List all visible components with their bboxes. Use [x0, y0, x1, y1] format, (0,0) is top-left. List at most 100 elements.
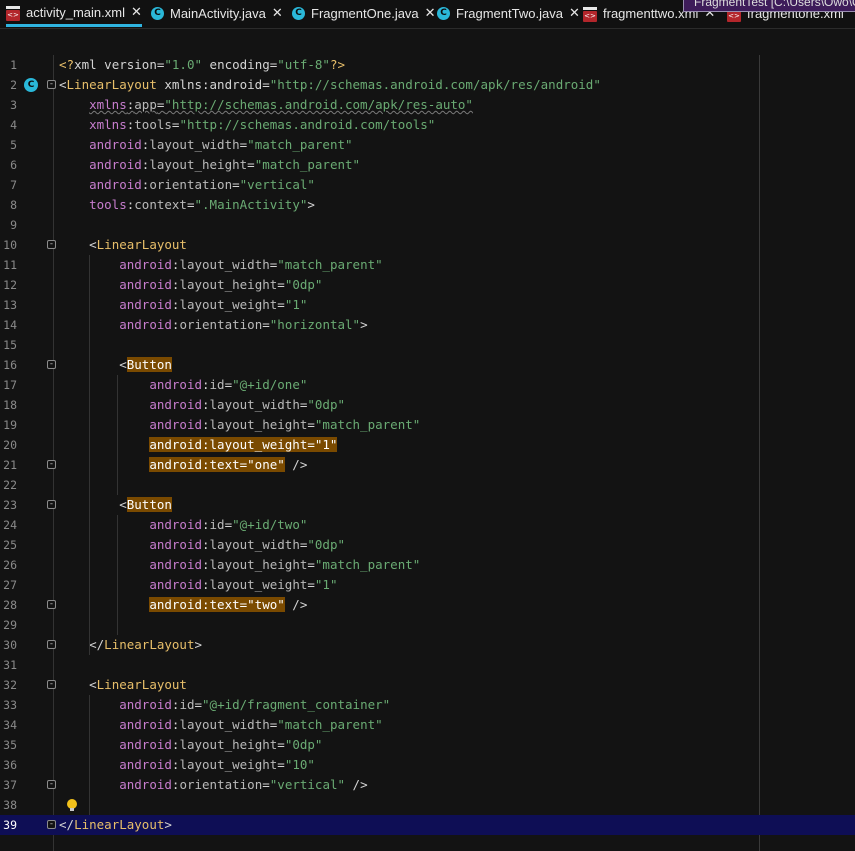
- tab-fragmenttwo-java[interactable]: C FragmentTwo.java ✕: [437, 0, 580, 27]
- line-number: 15: [3, 338, 17, 352]
- close-icon[interactable]: ✕: [425, 6, 436, 21]
- fold-marker-icon[interactable]: -: [47, 780, 56, 789]
- line-number: 35: [3, 738, 17, 752]
- code-line[interactable]: 15: [0, 335, 855, 355]
- fold-marker-icon[interactable]: -: [47, 820, 56, 829]
- code-line[interactable]: 17 android:id="@+id/one": [0, 375, 855, 395]
- code-line[interactable]: 22: [0, 475, 855, 495]
- java-class-icon: C: [292, 7, 305, 20]
- code-line[interactable]: 7 android:orientation="vertical": [0, 175, 855, 195]
- line-number: 37: [3, 778, 17, 792]
- lightbulb-icon[interactable]: [67, 799, 77, 811]
- line-number: 14: [3, 318, 17, 332]
- code-line[interactable]: 25 android:layout_width="0dp": [0, 535, 855, 555]
- code-line[interactable]: 28 - android:text="two" />: [0, 595, 855, 615]
- fold-marker-icon[interactable]: -: [47, 80, 56, 89]
- related-class-icon[interactable]: C: [24, 78, 38, 92]
- line-number: 34: [3, 718, 17, 732]
- close-icon[interactable]: ✕: [272, 6, 283, 21]
- line-number: 25: [3, 538, 17, 552]
- tab-label: MainActivity.java: [170, 6, 266, 21]
- line-number: 6: [10, 158, 17, 172]
- code-editor[interactable]: 1 <?xml version="1.0" encoding="utf-8"?> 2…: [0, 55, 855, 851]
- code-text: android:layout_weight="1": [119, 297, 308, 312]
- code-line[interactable]: 14 android:orientation="horizontal">: [0, 315, 855, 335]
- tab-activity-main-xml[interactable]: <> activity_main.xml ✕: [6, 0, 142, 27]
- fold-marker-icon[interactable]: -: [47, 680, 56, 689]
- line-number: 12: [3, 278, 17, 292]
- line-number: 21: [3, 458, 17, 472]
- code-line[interactable]: 20 android:layout_weight="1": [0, 435, 855, 455]
- code-line[interactable]: 29: [0, 615, 855, 635]
- tab-label: activity_main.xml: [26, 4, 125, 20]
- code-line[interactable]: 1 <?xml version="1.0" encoding="utf-8"?>: [0, 55, 855, 75]
- tab-fragmentone-java[interactable]: C FragmentOne.java ✕: [292, 0, 436, 27]
- code-line[interactable]: 24 android:id="@+id/two": [0, 515, 855, 535]
- line-number: 23: [3, 498, 17, 512]
- code-line[interactable]: 12 android:layout_height="0dp": [0, 275, 855, 295]
- java-class-icon: C: [151, 7, 164, 20]
- code-line[interactable]: 2 - C <LinearLayout xmlns:android="http://s…: [0, 75, 855, 95]
- close-icon[interactable]: ✕: [131, 5, 142, 20]
- fold-marker-icon[interactable]: -: [47, 640, 56, 649]
- code-line[interactable]: 19 android:layout_height="match_parent": [0, 415, 855, 435]
- code-line[interactable]: 18 android:layout_width="0dp": [0, 395, 855, 415]
- line-number: 38: [3, 798, 17, 812]
- line-number: 20: [3, 438, 17, 452]
- code-line[interactable]: 36 android:layout_weight="10": [0, 755, 855, 775]
- code-text: android:layout_weight="1": [149, 437, 338, 452]
- line-number: 11: [3, 258, 17, 272]
- line-number: 26: [3, 558, 17, 572]
- line-number: 36: [3, 758, 17, 772]
- fold-marker-icon[interactable]: -: [47, 460, 56, 469]
- code-line[interactable]: 26 android:layout_height="match_parent": [0, 555, 855, 575]
- fold-marker-icon[interactable]: -: [47, 240, 56, 249]
- code-text: android:orientation="horizontal">: [119, 317, 368, 332]
- tab-label: FragmentTwo.java: [456, 6, 563, 21]
- line-number: 33: [3, 698, 17, 712]
- code-text: xmlns:tools="http://schemas.android.com/…: [89, 117, 436, 132]
- code-line[interactable]: 33 android:id="@+id/fragment_container": [0, 695, 855, 715]
- code-line[interactable]: 27 android:layout_weight="1": [0, 575, 855, 595]
- xml-file-icon: <>: [727, 7, 741, 22]
- code-text: android:orientation="vertical": [89, 177, 315, 192]
- code-line[interactable]: 23 - <Button: [0, 495, 855, 515]
- line-number: 13: [3, 298, 17, 312]
- line-number: 1: [10, 58, 17, 72]
- fold-marker-icon[interactable]: -: [47, 360, 56, 369]
- code-line[interactable]: 32 - <LinearLayout: [0, 675, 855, 695]
- code-line[interactable]: 35 android:layout_height="0dp": [0, 735, 855, 755]
- code-line[interactable]: 16 - <Button: [0, 355, 855, 375]
- code-text: tools:context=".MainActivity">: [89, 197, 315, 212]
- code-line[interactable]: 34 android:layout_width="match_parent": [0, 715, 855, 735]
- code-line[interactable]: 21 - android:text="one" />: [0, 455, 855, 475]
- code-line[interactable]: 9: [0, 215, 855, 235]
- tab-mainactivity-java[interactable]: C MainActivity.java ✕: [151, 0, 283, 27]
- code-line[interactable]: 3 xmlns:app="http://schemas.android.com/…: [0, 95, 855, 115]
- code-text: android:layout_height="0dp": [119, 737, 323, 752]
- code-text: android:layout_width="match_parent": [119, 257, 383, 272]
- code-text: <LinearLayout: [89, 677, 187, 692]
- code-line[interactable]: 30 - </LinearLayout>: [0, 635, 855, 655]
- code-line[interactable]: 13 android:layout_weight="1": [0, 295, 855, 315]
- code-line[interactable]: 8 tools:context=".MainActivity">: [0, 195, 855, 215]
- code-text: </LinearLayout>: [59, 817, 172, 832]
- code-line[interactable]: 31: [0, 655, 855, 675]
- fold-marker-icon[interactable]: -: [47, 600, 56, 609]
- line-number: 22: [3, 478, 17, 492]
- line-number: 29: [3, 618, 17, 632]
- code-line[interactable]: 10 - <LinearLayout: [0, 235, 855, 255]
- code-line[interactable]: 37 - android:orientation="vertical" />: [0, 775, 855, 795]
- code-line[interactable]: 6 android:layout_height="match_parent": [0, 155, 855, 175]
- code-line[interactable]: 11 android:layout_width="match_parent": [0, 255, 855, 275]
- close-icon[interactable]: ✕: [569, 6, 580, 21]
- code-line[interactable]: 38: [0, 795, 855, 815]
- line-number: 17: [3, 378, 17, 392]
- fold-marker-icon[interactable]: -: [47, 500, 56, 509]
- code-line[interactable]: 39 - </LinearLayout>: [0, 815, 855, 835]
- code-text: <Button: [119, 497, 172, 512]
- code-line[interactable]: 4 xmlns:tools="http://schemas.android.co…: [0, 115, 855, 135]
- line-number: 4: [10, 118, 17, 132]
- code-line[interactable]: 5 android:layout_width="match_parent": [0, 135, 855, 155]
- line-number: 8: [10, 198, 17, 212]
